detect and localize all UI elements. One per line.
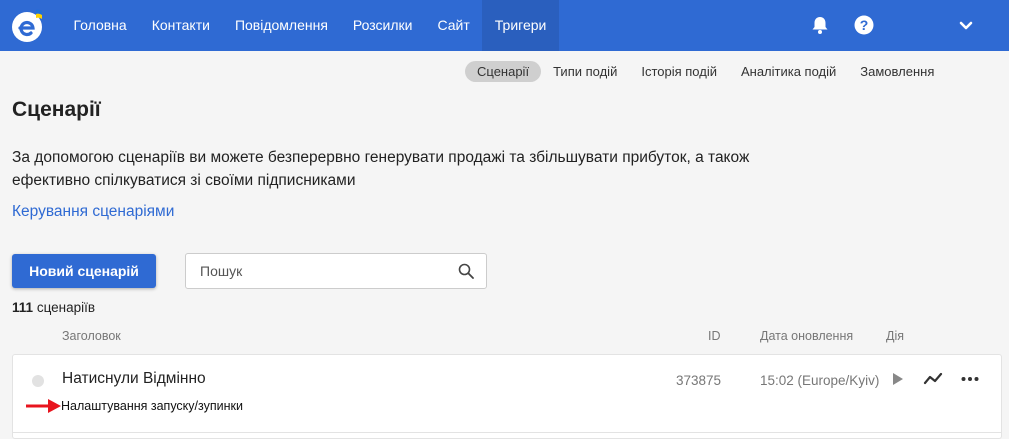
page-description: За допомогою сценаріїв ви можете безпере… (12, 149, 750, 189)
column-header-title[interactable]: Заголовок (62, 329, 121, 343)
search-input[interactable] (186, 254, 446, 288)
red-arrow-icon (26, 399, 61, 413)
scenario-count-number: 111 (12, 300, 34, 315)
search-box (185, 253, 487, 289)
play-icon[interactable] (887, 369, 907, 389)
sub-nav: Сценарії Типи подій Історія подій Аналіт… (465, 61, 946, 82)
subnav-item-event-history[interactable]: Історія подій (629, 61, 729, 82)
annotation-label: Налаштування запуску/зупинки (61, 399, 243, 413)
scenario-updated-date: 15:02 (Europe/Kyiv) (760, 373, 880, 388)
row-divider (12, 432, 1002, 433)
subnav-item-event-analytics[interactable]: Аналітика подій (729, 61, 848, 82)
subnav-item-event-types[interactable]: Типи подій (541, 61, 629, 82)
search-icon[interactable] (458, 263, 474, 279)
nav-item-contacts[interactable]: Контакти (139, 0, 222, 51)
chevron-down-icon[interactable] (956, 15, 976, 35)
page-title: Сценарії (12, 98, 101, 121)
nav-item-site[interactable]: Сайт (425, 0, 482, 51)
scenario-count: 111 сценаріїв (12, 300, 95, 315)
top-navbar: Головна Контакти Повідомлення Розсилки С… (0, 0, 1009, 51)
nav-item-triggers[interactable]: Тригери (482, 0, 559, 51)
main-nav: Головна Контакти Повідомлення Розсилки С… (61, 0, 559, 51)
column-header-action: Дія (886, 329, 905, 343)
manage-scenarios-link[interactable]: Керування сценаріями (12, 203, 174, 221)
scenario-id: 373875 (676, 373, 722, 388)
new-scenario-button[interactable]: Новий сценарій (12, 254, 156, 288)
svg-text:?: ? (860, 17, 869, 33)
more-options-icon[interactable] (960, 369, 980, 389)
help-icon[interactable]: ? (854, 15, 874, 35)
nav-item-campaigns[interactable]: Розсилки (340, 0, 425, 51)
table-row[interactable]: Натиснули Відмінно 373875 15:02 (Europe/… (12, 354, 1002, 439)
nav-item-messages[interactable]: Повідомлення (222, 0, 340, 51)
bell-icon[interactable] (810, 15, 830, 35)
status-indicator-icon (32, 375, 44, 387)
esputnik-logo-icon[interactable] (10, 8, 46, 44)
scenario-count-label: сценаріїв (36, 300, 96, 315)
subnav-item-orders[interactable]: Замовлення (848, 61, 946, 82)
column-header-id[interactable]: ID (708, 329, 721, 343)
scenario-title[interactable]: Натиснули Відмінно (62, 370, 206, 388)
nav-item-home[interactable]: Головна (61, 0, 139, 51)
column-header-updated[interactable]: Дата оновлення (760, 329, 853, 343)
subnav-item-scenarios[interactable]: Сценарії (465, 61, 542, 82)
analytics-icon[interactable] (923, 369, 943, 389)
